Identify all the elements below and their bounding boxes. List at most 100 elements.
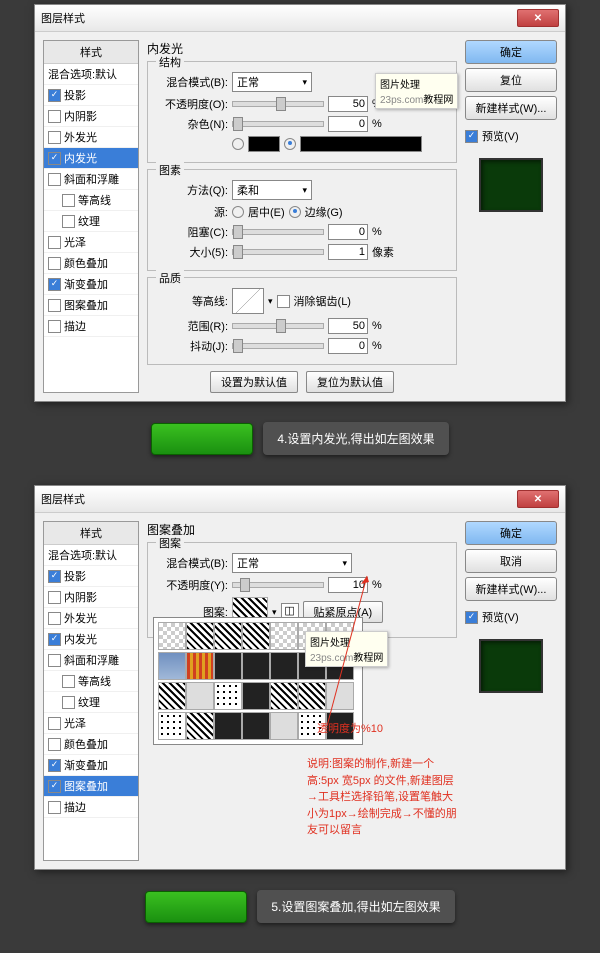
style-item-纹理[interactable]: 纹理 — [44, 211, 138, 232]
style-list: 样式 混合选项:默认 投影内阴影外发光内发光斜面和浮雕等高线纹理光泽颜色叠加渐变… — [43, 521, 139, 861]
checkbox[interactable] — [48, 110, 61, 123]
checkbox[interactable] — [48, 633, 61, 646]
checkbox[interactable] — [48, 173, 61, 186]
method-label: 方法(Q): — [156, 182, 228, 198]
checkbox[interactable] — [48, 591, 61, 604]
ok-button[interactable]: 确定 — [465, 40, 557, 64]
style-item-颜色叠加[interactable]: 颜色叠加 — [44, 734, 138, 755]
range-slider[interactable] — [232, 323, 324, 329]
jitter-value[interactable]: 0 — [328, 338, 368, 354]
checkbox[interactable] — [48, 717, 61, 730]
set-default-button[interactable]: 设置为默认值 — [210, 371, 298, 393]
checkbox[interactable] — [48, 131, 61, 144]
cancel-button[interactable]: 取消 — [465, 549, 557, 573]
blend-default[interactable]: 混合选项:默认 — [44, 545, 138, 566]
style-item-投影[interactable]: 投影 — [44, 85, 138, 106]
antialias-checkbox[interactable] — [277, 295, 290, 308]
checkbox[interactable] — [62, 696, 75, 709]
radio-color[interactable] — [232, 138, 244, 150]
size-slider[interactable] — [232, 249, 324, 255]
opacity-value[interactable]: 10 — [328, 577, 368, 593]
ok-button[interactable]: 确定 — [465, 521, 557, 545]
style-item-label: 投影 — [64, 87, 86, 103]
gradient-bar[interactable] — [300, 136, 422, 152]
style-item-光泽[interactable]: 光泽 — [44, 713, 138, 734]
new-style-button[interactable]: 新建样式(W)... — [465, 96, 557, 120]
blend-default[interactable]: 混合选项:默认 — [44, 64, 138, 85]
close-button[interactable]: ✕ — [517, 490, 559, 508]
opacity-value[interactable]: 50 — [328, 96, 368, 112]
checkbox[interactable] — [48, 780, 61, 793]
preview-checkbox[interactable] — [465, 611, 478, 624]
style-item-label: 内阴影 — [64, 589, 97, 605]
method-dropdown[interactable]: 柔和 — [232, 180, 312, 200]
checkbox[interactable] — [62, 194, 75, 207]
style-item-颜色叠加[interactable]: 颜色叠加 — [44, 253, 138, 274]
titlebar[interactable]: 图层样式 ✕ — [35, 486, 565, 513]
style-item-等高线[interactable]: 等高线 — [44, 671, 138, 692]
checkbox[interactable] — [48, 801, 61, 814]
color-swatch[interactable] — [248, 136, 280, 152]
checkbox[interactable] — [48, 152, 61, 165]
style-item-纹理[interactable]: 纹理 — [44, 692, 138, 713]
checkbox[interactable] — [62, 215, 75, 228]
style-item-内阴影[interactable]: 内阴影 — [44, 587, 138, 608]
close-button[interactable]: ✕ — [517, 9, 559, 27]
reset-default-button[interactable]: 复位为默认值 — [306, 371, 394, 393]
checkbox[interactable] — [48, 257, 61, 270]
style-item-投影[interactable]: 投影 — [44, 566, 138, 587]
checkbox[interactable] — [48, 738, 61, 751]
radio-edge[interactable] — [289, 206, 301, 218]
jitter-slider[interactable] — [232, 343, 324, 349]
blend-mode-dropdown[interactable]: 正常 — [232, 553, 352, 573]
checkbox[interactable] — [48, 612, 61, 625]
style-item-光泽[interactable]: 光泽 — [44, 232, 138, 253]
checkbox[interactable] — [48, 570, 61, 583]
pct: % — [372, 118, 382, 130]
radio-gradient[interactable] — [284, 138, 296, 150]
noise-label: 杂色(N): — [156, 116, 228, 132]
preview-label: 预览(V) — [482, 609, 519, 625]
style-item-图案叠加[interactable]: 图案叠加 — [44, 776, 138, 797]
style-item-label: 等高线 — [78, 192, 111, 208]
choke-slider[interactable] — [232, 229, 324, 235]
group-elements: 图素 方法(Q): 柔和 源: 居中(E) 边缘(G) 阻塞(C): 0 % — [147, 169, 457, 271]
choke-value[interactable]: 0 — [328, 224, 368, 240]
style-item-外发光[interactable]: 外发光 — [44, 608, 138, 629]
preview-checkbox[interactable] — [465, 130, 478, 143]
blend-mode-dropdown[interactable]: 正常 — [232, 72, 312, 92]
titlebar[interactable]: 图层样式 ✕ — [35, 5, 565, 32]
contour-picker[interactable] — [232, 288, 264, 314]
checkbox[interactable] — [48, 89, 61, 102]
checkbox[interactable] — [48, 299, 61, 312]
style-item-内发光[interactable]: 内发光 — [44, 629, 138, 650]
opacity-slider[interactable] — [232, 101, 324, 107]
style-item-描边[interactable]: 描边 — [44, 797, 138, 818]
style-item-斜面和浮雕[interactable]: 斜面和浮雕 — [44, 650, 138, 671]
style-item-内阴影[interactable]: 内阴影 — [44, 106, 138, 127]
cancel-button[interactable]: 复位 — [465, 68, 557, 92]
style-item-label: 等高线 — [78, 673, 111, 689]
opacity-slider[interactable] — [232, 582, 324, 588]
style-item-渐变叠加[interactable]: 渐变叠加 — [44, 755, 138, 776]
noise-value[interactable]: 0 — [328, 116, 368, 132]
new-style-button[interactable]: 新建样式(W)... — [465, 577, 557, 601]
style-item-渐变叠加[interactable]: 渐变叠加 — [44, 274, 138, 295]
radio-center[interactable] — [232, 206, 244, 218]
checkbox[interactable] — [48, 236, 61, 249]
style-item-描边[interactable]: 描边 — [44, 316, 138, 337]
range-value[interactable]: 50 — [328, 318, 368, 334]
style-item-外发光[interactable]: 外发光 — [44, 127, 138, 148]
checkbox[interactable] — [48, 278, 61, 291]
style-item-内发光[interactable]: 内发光 — [44, 148, 138, 169]
checkbox[interactable] — [48, 759, 61, 772]
noise-slider[interactable] — [232, 121, 324, 127]
style-item-图案叠加[interactable]: 图案叠加 — [44, 295, 138, 316]
size-value[interactable]: 1 — [328, 244, 368, 260]
style-item-等高线[interactable]: 等高线 — [44, 190, 138, 211]
style-item-斜面和浮雕[interactable]: 斜面和浮雕 — [44, 169, 138, 190]
checkbox[interactable] — [48, 654, 61, 667]
checkbox[interactable] — [48, 320, 61, 333]
style-item-label: 图案叠加 — [64, 778, 108, 794]
checkbox[interactable] — [62, 675, 75, 688]
